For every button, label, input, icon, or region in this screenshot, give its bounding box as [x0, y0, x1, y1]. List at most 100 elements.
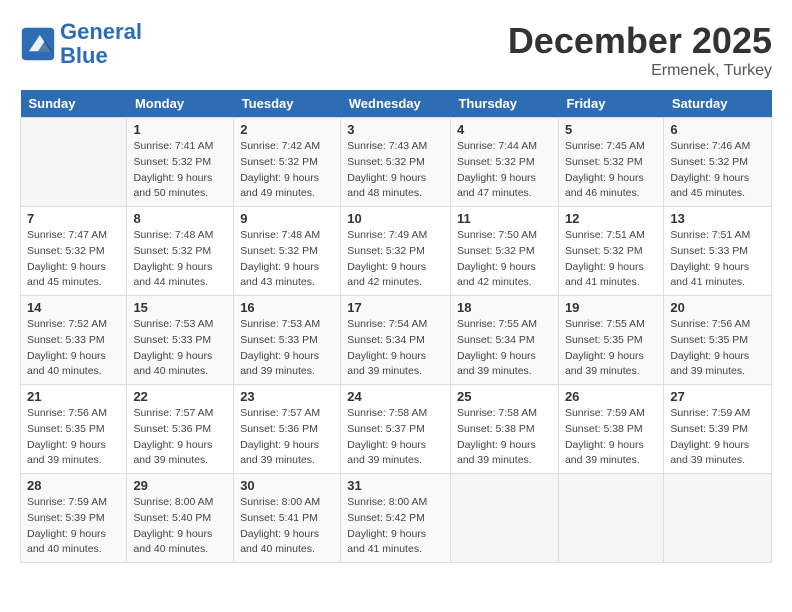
day-info: Sunrise: 7:59 AMSunset: 5:39 PMDaylight:…	[670, 406, 765, 469]
calendar-cell: 2 Sunrise: 7:42 AMSunset: 5:32 PMDaylight…	[234, 118, 341, 207]
calendar-cell: 7 Sunrise: 7:47 AMSunset: 5:32 PMDaylight…	[21, 207, 127, 296]
calendar-cell: 9 Sunrise: 7:48 AMSunset: 5:32 PMDaylight…	[234, 207, 341, 296]
calendar-day-header: Saturday	[664, 90, 772, 118]
day-number: 11	[457, 211, 552, 226]
title-block: December 2025 Ermenek, Turkey	[508, 20, 772, 80]
location-subtitle: Ermenek, Turkey	[508, 62, 772, 80]
calendar-day-header: Tuesday	[234, 90, 341, 118]
day-number: 25	[457, 389, 552, 404]
day-info: Sunrise: 7:46 AMSunset: 5:32 PMDaylight:…	[670, 139, 765, 202]
calendar-cell: 30 Sunrise: 8:00 AMSunset: 5:41 PMDayligh…	[234, 474, 341, 563]
calendar-header-row: SundayMondayTuesdayWednesdayThursdayFrid…	[21, 90, 772, 118]
day-number: 19	[565, 300, 657, 315]
day-number: 18	[457, 300, 552, 315]
calendar-cell: 14 Sunrise: 7:52 AMSunset: 5:33 PMDayligh…	[21, 296, 127, 385]
day-info: Sunrise: 7:45 AMSunset: 5:32 PMDaylight:…	[565, 139, 657, 202]
day-number: 8	[133, 211, 227, 226]
calendar-day-header: Monday	[127, 90, 234, 118]
calendar-cell: 17Sunrise: 7:54 AMSunset: 5:34 PMDayligh…	[341, 296, 451, 385]
day-number: 23	[240, 389, 334, 404]
day-info: Sunrise: 7:58 AMSunset: 5:37 PMDaylight:…	[347, 406, 444, 469]
calendar-cell: 26Sunrise: 7:59 AMSunset: 5:38 PMDayligh…	[558, 385, 663, 474]
day-number: 12	[565, 211, 657, 226]
day-info: Sunrise: 7:59 AMSunset: 5:39 PMDaylight:…	[27, 495, 120, 558]
day-info: Sunrise: 7:44 AMSunset: 5:32 PMDaylight:…	[457, 139, 552, 202]
day-number: 5	[565, 122, 657, 137]
day-number: 13	[670, 211, 765, 226]
day-number: 9	[240, 211, 334, 226]
calendar-cell: 22Sunrise: 7:57 AMSunset: 5:36 PMDayligh…	[127, 385, 234, 474]
day-number: 14	[27, 300, 120, 315]
calendar-cell: 23 Sunrise: 7:57 AMSunset: 5:36 PMDayligh…	[234, 385, 341, 474]
calendar-cell	[558, 474, 663, 563]
day-number: 4	[457, 122, 552, 137]
calendar-cell: 8Sunrise: 7:48 AMSunset: 5:32 PMDaylight…	[127, 207, 234, 296]
day-info: Sunrise: 7:43 AMSunset: 5:32 PMDaylight:…	[347, 139, 444, 202]
day-info: Sunrise: 8:00 AMSunset: 5:40 PMDaylight:…	[133, 495, 227, 558]
calendar-week-row: 1Sunrise: 7:41 AMSunset: 5:32 PMDaylight…	[21, 118, 772, 207]
day-info: Sunrise: 7:49 AMSunset: 5:32 PMDaylight:…	[347, 228, 444, 291]
calendar-cell: 13Sunrise: 7:51 AMSunset: 5:33 PMDayligh…	[664, 207, 772, 296]
calendar-day-header: Thursday	[450, 90, 558, 118]
calendar-day-header: Sunday	[21, 90, 127, 118]
calendar-cell: 12Sunrise: 7:51 AMSunset: 5:32 PMDayligh…	[558, 207, 663, 296]
day-info: Sunrise: 7:59 AMSunset: 5:38 PMDaylight:…	[565, 406, 657, 469]
calendar-day-header: Friday	[558, 90, 663, 118]
calendar-table: SundayMondayTuesdayWednesdayThursdayFrid…	[20, 90, 772, 563]
calendar-cell	[664, 474, 772, 563]
calendar-cell: 3Sunrise: 7:43 AMSunset: 5:32 PMDaylight…	[341, 118, 451, 207]
calendar-cell: 28 Sunrise: 7:59 AMSunset: 5:39 PMDayligh…	[21, 474, 127, 563]
logo-general: General	[60, 19, 142, 44]
day-number: 27	[670, 389, 765, 404]
day-info: Sunrise: 7:52 AMSunset: 5:33 PMDaylight:…	[27, 317, 120, 380]
calendar-cell: 18 Sunrise: 7:55 AMSunset: 5:34 PMDayligh…	[450, 296, 558, 385]
calendar-cell	[450, 474, 558, 563]
day-number: 16	[240, 300, 334, 315]
logo: General Blue	[20, 20, 142, 68]
day-info: Sunrise: 7:47 AMSunset: 5:32 PMDaylight:…	[27, 228, 120, 291]
logo-icon	[20, 26, 56, 62]
day-number: 10	[347, 211, 444, 226]
day-info: Sunrise: 7:57 AMSunset: 5:36 PMDaylight:…	[240, 406, 334, 469]
calendar-week-row: 7 Sunrise: 7:47 AMSunset: 5:32 PMDaylight…	[21, 207, 772, 296]
calendar-cell: 15Sunrise: 7:53 AMSunset: 5:33 PMDayligh…	[127, 296, 234, 385]
calendar-cell: 29 Sunrise: 8:00 AMSunset: 5:40 PMDayligh…	[127, 474, 234, 563]
calendar-cell: 4 Sunrise: 7:44 AMSunset: 5:32 PMDaylight…	[450, 118, 558, 207]
day-number: 6	[670, 122, 765, 137]
day-number: 30	[240, 478, 334, 493]
day-info: Sunrise: 7:54 AMSunset: 5:34 PMDaylight:…	[347, 317, 444, 380]
day-number: 29	[133, 478, 227, 493]
day-info: Sunrise: 7:41 AMSunset: 5:32 PMDaylight:…	[133, 139, 227, 202]
day-info: Sunrise: 7:42 AMSunset: 5:32 PMDaylight:…	[240, 139, 334, 202]
day-number: 15	[133, 300, 227, 315]
day-info: Sunrise: 7:53 AMSunset: 5:33 PMDaylight:…	[240, 317, 334, 380]
calendar-cell: 20 Sunrise: 7:56 AMSunset: 5:35 PMDayligh…	[664, 296, 772, 385]
day-number: 2	[240, 122, 334, 137]
day-info: Sunrise: 7:57 AMSunset: 5:36 PMDaylight:…	[133, 406, 227, 469]
calendar-cell: 25 Sunrise: 7:58 AMSunset: 5:38 PMDayligh…	[450, 385, 558, 474]
day-number: 28	[27, 478, 120, 493]
day-info: Sunrise: 8:00 AMSunset: 5:41 PMDaylight:…	[240, 495, 334, 558]
calendar-cell: 21Sunrise: 7:56 AMSunset: 5:35 PMDayligh…	[21, 385, 127, 474]
calendar-week-row: 28 Sunrise: 7:59 AMSunset: 5:39 PMDayligh…	[21, 474, 772, 563]
day-info: Sunrise: 7:58 AMSunset: 5:38 PMDaylight:…	[457, 406, 552, 469]
day-info: Sunrise: 8:00 AMSunset: 5:42 PMDaylight:…	[347, 495, 444, 558]
day-number: 20	[670, 300, 765, 315]
day-info: Sunrise: 7:56 AMSunset: 5:35 PMDaylight:…	[670, 317, 765, 380]
calendar-cell: 11 Sunrise: 7:50 AMSunset: 5:32 PMDayligh…	[450, 207, 558, 296]
calendar-cell: 27 Sunrise: 7:59 AMSunset: 5:39 PMDayligh…	[664, 385, 772, 474]
calendar-cell: 24 Sunrise: 7:58 AMSunset: 5:37 PMDayligh…	[341, 385, 451, 474]
day-info: Sunrise: 7:50 AMSunset: 5:32 PMDaylight:…	[457, 228, 552, 291]
calendar-cell: 10 Sunrise: 7:49 AMSunset: 5:32 PMDayligh…	[341, 207, 451, 296]
month-title: December 2025	[508, 20, 772, 62]
day-info: Sunrise: 7:48 AMSunset: 5:32 PMDaylight:…	[240, 228, 334, 291]
day-info: Sunrise: 7:55 AMSunset: 5:34 PMDaylight:…	[457, 317, 552, 380]
calendar-day-header: Wednesday	[341, 90, 451, 118]
calendar-cell	[21, 118, 127, 207]
day-number: 7	[27, 211, 120, 226]
day-number: 24	[347, 389, 444, 404]
logo-text: General Blue	[60, 20, 142, 68]
calendar-cell: 16 Sunrise: 7:53 AMSunset: 5:33 PMDayligh…	[234, 296, 341, 385]
day-number: 21	[27, 389, 120, 404]
page-header: General Blue December 2025 Ermenek, Turk…	[20, 20, 772, 80]
